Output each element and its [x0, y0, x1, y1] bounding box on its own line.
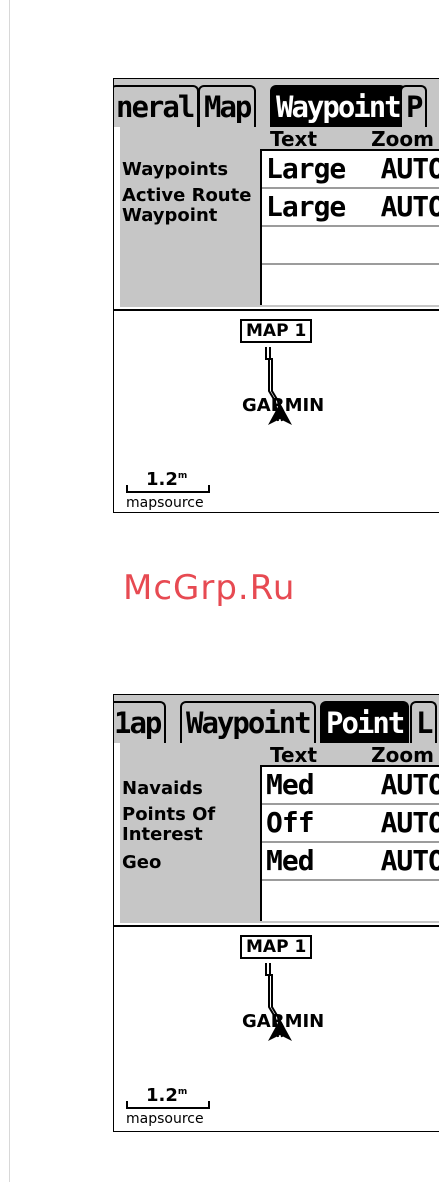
zoom-value[interactable]: AUTO — [381, 805, 439, 841]
map-preview: MAP 1 GARMIN 1.2m mapsource — [114, 309, 439, 512]
tab-bar: neral Map Waypoint P — [114, 79, 439, 127]
tab-points[interactable]: P — [400, 85, 428, 127]
zoom-value[interactable]: AUTO — [381, 151, 439, 187]
table-row[interactable]: Med AUTO — [262, 843, 439, 881]
row-label-geo: Geo — [122, 852, 162, 873]
position-arrow-icon — [268, 1019, 292, 1041]
row-label-points-of-interest: Points Of Interest — [122, 804, 216, 845]
tab-map[interactable]: Map — [198, 85, 257, 127]
settings-table: Med AUTO Off AUTO Med AUTO — [260, 765, 439, 921]
gps-screen-point-tab: 1ap Waypoint Point L Text Zoom Navaids P… — [113, 694, 439, 1132]
text-column-header: Text — [270, 743, 318, 767]
gps-screen-waypoint-tab: neral Map Waypoint P Text Zoom Waypoints… — [113, 78, 439, 513]
position-arrow-icon — [268, 403, 292, 425]
tab-map[interactable]: 1ap — [114, 701, 167, 743]
mapsource-label: mapsource — [126, 495, 204, 511]
tab-waypoint[interactable]: Waypoint — [270, 85, 406, 127]
text-size-value[interactable]: Off — [266, 805, 315, 841]
zoom-value[interactable]: AUTO — [381, 767, 439, 803]
table-row-empty — [262, 881, 439, 917]
text-size-value[interactable]: Med — [266, 843, 315, 879]
scale-bar — [126, 485, 210, 493]
text-size-value[interactable]: Large — [266, 189, 346, 225]
settings-table: Large AUTO Large AUTO — [260, 149, 439, 305]
text-size-value[interactable]: Large — [266, 151, 346, 187]
table-row[interactable]: Large AUTO — [262, 151, 439, 189]
map-preview: MAP 1 GARMIN 1.2m mapsource — [114, 925, 439, 1131]
table-row[interactable]: Large AUTO — [262, 189, 439, 227]
scale-bar — [126, 1101, 210, 1109]
zoom-value[interactable]: AUTO — [381, 189, 439, 225]
settings-panel: Text Zoom Navaids Points Of Interest Geo… — [120, 743, 439, 923]
text-column-header: Text — [270, 127, 318, 151]
page-margin-rule — [9, 0, 10, 1182]
row-label-waypoints: Waypoints — [122, 159, 229, 180]
zoom-column-header: Zoom — [371, 743, 434, 767]
table-row[interactable]: Med AUTO — [262, 767, 439, 805]
tab-general[interactable]: neral — [114, 85, 200, 127]
text-size-value[interactable]: Med — [266, 767, 315, 803]
tab-point[interactable]: Point — [320, 701, 410, 743]
table-row-empty — [262, 265, 439, 301]
zoom-value[interactable]: AUTO — [381, 843, 439, 879]
settings-panel: Text Zoom Waypoints Active Route Waypoin… — [120, 127, 439, 307]
table-row-empty — [262, 227, 439, 265]
table-row[interactable]: Off AUTO — [262, 805, 439, 843]
tab-bar: 1ap Waypoint Point L — [114, 695, 439, 743]
tab-line[interactable]: L — [410, 701, 438, 743]
tab-waypoint[interactable]: Waypoint — [180, 701, 316, 743]
zoom-column-header: Zoom — [371, 127, 434, 151]
row-label-navaids: Navaids — [122, 778, 203, 799]
watermark-text: McGrp.Ru — [123, 568, 296, 608]
row-label-active-route-waypoint: Active Route Waypoint — [122, 185, 252, 226]
mapsource-label: mapsource — [126, 1111, 204, 1127]
